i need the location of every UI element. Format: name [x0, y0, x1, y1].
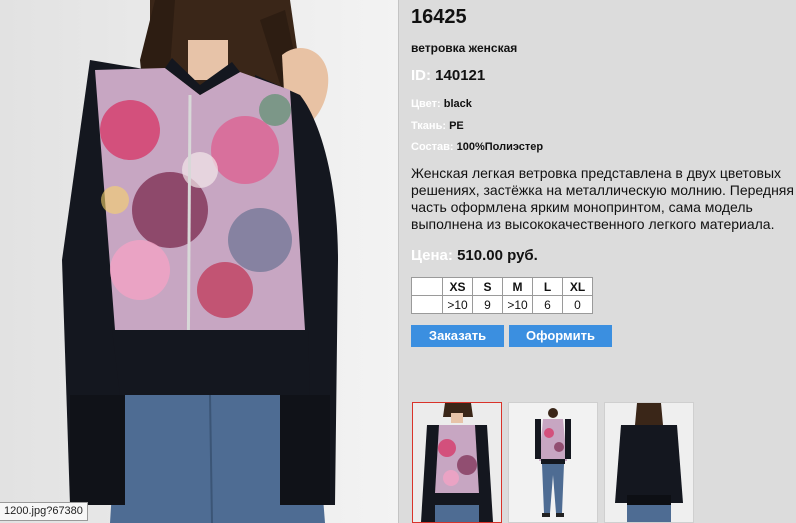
- stock-xs: >10: [442, 295, 473, 314]
- size-stock-row: >10 9 >10 6 0: [411, 295, 593, 314]
- product-main-photo[interactable]: [0, 0, 398, 523]
- column-divider: [398, 0, 399, 523]
- size-row-label-cell: [411, 295, 443, 314]
- stock-m: >10: [502, 295, 533, 314]
- size-header-xs: XS: [442, 277, 473, 296]
- size-header-xl: XL: [562, 277, 593, 296]
- product-price: Цена: 510.00 руб.: [411, 247, 538, 264]
- product-description: Женская легкая ветровка представлена в д…: [411, 165, 794, 232]
- composition-attribute: Состав: 100%Полиэстер: [411, 141, 543, 153]
- product-id: ID: 140121: [411, 67, 485, 84]
- size-corner-cell: [411, 277, 443, 296]
- color-label: Цвет:: [411, 98, 441, 110]
- size-availability-table: XS S M L XL >10 9 >10 6 0: [411, 277, 593, 314]
- checkout-button[interactable]: Оформить: [509, 325, 612, 347]
- thumbnail-full-length[interactable]: [508, 402, 598, 523]
- composition-value: 100%Полиэстер: [456, 141, 544, 153]
- id-label: ID:: [411, 67, 431, 84]
- stock-l: 6: [532, 295, 563, 314]
- product-title: 16425: [411, 6, 467, 28]
- thumbnail-front-closeup[interactable]: [412, 402, 502, 523]
- composition-label: Состав:: [411, 141, 454, 153]
- product-subtitle: ветровка женская: [411, 41, 518, 55]
- id-value: 140121: [435, 67, 486, 84]
- color-attribute: Цвет: black: [411, 98, 472, 110]
- price-label: Цена:: [411, 247, 453, 264]
- order-button[interactable]: Заказать: [411, 325, 504, 347]
- stock-s: 9: [472, 295, 503, 314]
- fabric-label: Ткань:: [411, 120, 446, 132]
- stock-xl: 0: [562, 295, 593, 314]
- price-value: 510.00 руб.: [457, 247, 538, 264]
- size-header-m: M: [502, 277, 533, 296]
- fabric-value: PE: [449, 120, 464, 132]
- thumbnail-back-view[interactable]: [604, 402, 694, 523]
- size-header-row: XS S M L XL: [411, 277, 593, 296]
- fabric-attribute: Ткань: PE: [411, 120, 464, 132]
- status-bar: 1200.jpg?67380: [0, 502, 88, 521]
- size-header-s: S: [472, 277, 503, 296]
- size-header-l: L: [532, 277, 563, 296]
- color-value: black: [443, 98, 472, 110]
